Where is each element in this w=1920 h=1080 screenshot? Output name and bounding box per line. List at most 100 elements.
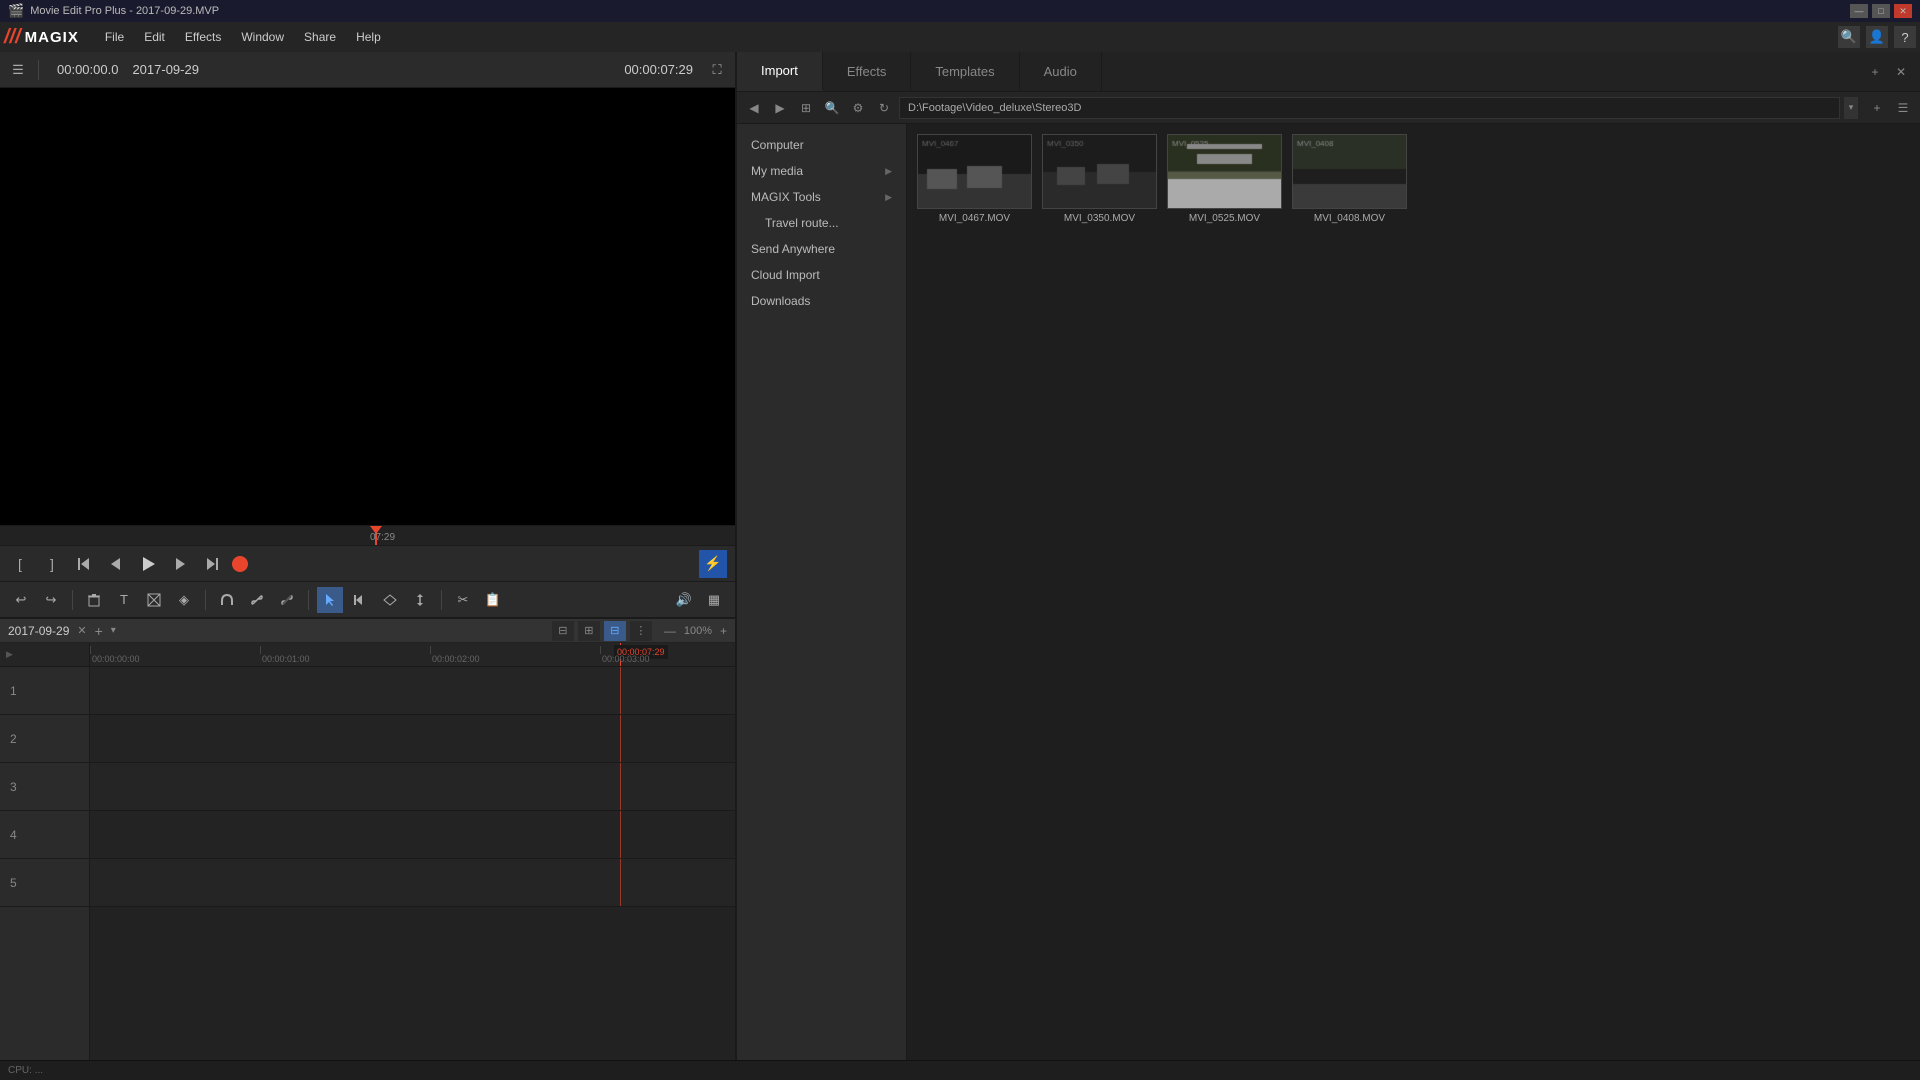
path-dropdown[interactable]: ▾ <box>1844 97 1858 119</box>
media-item-1[interactable]: MVI_0467.MOV <box>917 134 1032 224</box>
tab-effects[interactable]: Effects <box>823 52 912 91</box>
settings-button[interactable]: ⚙ <box>847 97 869 119</box>
nav-item-cloud-import[interactable]: Cloud Import <box>737 262 906 288</box>
track-label-3: 3 <box>0 763 89 811</box>
panel-toolbar: ◀ ▶ ⊞ 🔍 ⚙ ↻ D:\Footage\Video_deluxe\Ster… <box>737 92 1920 124</box>
menu-item-file[interactable]: File <box>95 26 134 48</box>
media-grid: MVI_0467.MOV MVI_0350.MOV MVI_0525.MOV <box>907 124 1920 1080</box>
redo-button[interactable]: ↪ <box>38 587 64 613</box>
maximize-button[interactable]: □ <box>1872 4 1890 18</box>
media-name-2: MVI_0350.MOV <box>1064 213 1135 224</box>
prev-frame-button[interactable] <box>104 552 128 576</box>
timeline-tracks <box>90 667 735 1068</box>
menu-item-effects[interactable]: Effects <box>175 26 231 48</box>
text-button[interactable]: T <box>111 587 137 613</box>
help-icon[interactable]: ? <box>1894 26 1916 48</box>
menu-item-share[interactable]: Share <box>294 26 346 48</box>
nav-back-button[interactable]: ◀ <box>743 97 765 119</box>
tab-templates[interactable]: Templates <box>911 52 1019 91</box>
next-frame-button[interactable] <box>168 552 192 576</box>
media-name-3: MVI_0525.MOV <box>1189 213 1260 224</box>
menu-toggle-icon[interactable]: ☰ <box>8 60 28 80</box>
close-button[interactable]: ✕ <box>1894 4 1912 18</box>
timeline-view-options[interactable]: ⋮ <box>630 621 652 641</box>
track-row-4 <box>90 811 735 859</box>
record-button[interactable] <box>232 556 248 572</box>
placeholder-button[interactable] <box>141 587 167 613</box>
timeline-view-storyboard[interactable]: ⊟ <box>552 621 574 641</box>
nav-item-travel-route[interactable]: Travel route... <box>737 210 906 236</box>
edit-tools-bar: ↩ ↪ T ◈ <box>0 581 735 617</box>
main-layout: ☰ 00:00:00.0 2017-09-29 00:00:07:29 ⛶ 07… <box>0 52 1920 1080</box>
tab-import[interactable]: Import <box>737 52 823 91</box>
title-bar-text: Movie Edit Pro Plus - 2017-09-29.MVP <box>30 5 219 17</box>
nav-forward-button[interactable]: ▶ <box>769 97 791 119</box>
nav-item-my-media[interactable]: My media ▶ <box>737 158 906 184</box>
view-toggle-button[interactable]: ⊞ <box>795 97 817 119</box>
transport-bar: [ ] ⚡ <box>0 545 735 581</box>
grid-button[interactable]: ▦ <box>701 587 727 613</box>
tab-audio[interactable]: Audio <box>1020 52 1102 91</box>
out-point-button[interactable]: ] <box>40 552 64 576</box>
volume-button[interactable]: 🔊 <box>671 587 697 613</box>
tools-separator-3 <box>308 590 309 610</box>
fullscreen-icon[interactable]: ⛶ <box>707 60 727 80</box>
tools-separator-1 <box>72 590 73 610</box>
title-bar-icon: 🎬 <box>8 3 24 19</box>
cut-button[interactable]: ✂ <box>450 587 476 613</box>
timeline-zoom-out[interactable]: — <box>664 624 676 638</box>
next-keyframe-button[interactable] <box>200 552 224 576</box>
panel-add-icon[interactable]: + <box>1864 61 1886 83</box>
media-item-4[interactable]: MVI_0408.MOV <box>1292 134 1407 224</box>
nav-item-send-anywhere[interactable]: Send Anywhere <box>737 236 906 262</box>
split-button[interactable] <box>377 587 403 613</box>
timeline-ruler[interactable]: 00:00:07:29 00:00:00:0000:00:01:0000:00:… <box>90 643 735 667</box>
timeline-view-grid[interactable]: ⊞ <box>578 621 600 641</box>
nav-item-computer[interactable]: Computer <box>737 132 906 158</box>
media-thumb-1 <box>917 134 1032 209</box>
current-timecode: 00:00:00.0 <box>57 62 118 77</box>
nav-item-downloads[interactable]: Downloads <box>737 288 906 314</box>
timeline-view-timeline[interactable]: ⊟ <box>604 621 626 641</box>
snap-icon[interactable]: ◈ <box>171 587 197 613</box>
track-label-header: ▶ <box>0 643 89 667</box>
delete-button[interactable] <box>81 587 107 613</box>
menu-item-window[interactable]: Window <box>231 26 294 48</box>
prev-keyframe-button[interactable] <box>72 552 96 576</box>
timeline-zoom-in[interactable]: + <box>720 624 727 638</box>
minimize-button[interactable]: — <box>1850 4 1868 18</box>
trim-left-button[interactable] <box>347 587 373 613</box>
panel-close-icon[interactable]: ✕ <box>1890 61 1912 83</box>
add-to-panel-button[interactable]: + <box>1866 97 1888 119</box>
unlink-button[interactable] <box>274 587 300 613</box>
cursor-tool-button[interactable] <box>317 587 343 613</box>
lightning-button[interactable]: ⚡ <box>699 550 727 578</box>
play-button[interactable] <box>136 552 160 576</box>
menu-item-help[interactable]: Help <box>346 26 391 48</box>
track-size-button[interactable] <box>407 587 433 613</box>
toolbar-separator <box>38 60 39 80</box>
media-thumb-2 <box>1042 134 1157 209</box>
paste-button[interactable]: 📋 <box>480 587 506 613</box>
undo-button[interactable]: ↩ <box>8 587 34 613</box>
menu-item-edit[interactable]: Edit <box>134 26 175 48</box>
panel-options-button[interactable]: ☰ <box>1892 97 1914 119</box>
nav-item-magix-tools[interactable]: MAGIX Tools ▶ <box>737 184 906 210</box>
in-point-button[interactable]: [ <box>8 552 32 576</box>
end-timecode: 00:00:07:29 <box>624 62 693 77</box>
track-label-4: 4 <box>0 811 89 859</box>
timeline-add-button[interactable]: + <box>95 623 103 639</box>
media-item-3[interactable]: MVI_0525.MOV <box>1167 134 1282 224</box>
search-button[interactable]: 🔍 <box>821 97 843 119</box>
preview-area <box>0 88 735 525</box>
scrubber-bar[interactable]: 07:29 <box>0 525 735 545</box>
search-icon[interactable]: 🔍 <box>1838 26 1860 48</box>
refresh-button[interactable]: ↻ <box>873 97 895 119</box>
profile-icon[interactable]: 👤 <box>1866 26 1888 48</box>
media-item-2[interactable]: MVI_0350.MOV <box>1042 134 1157 224</box>
timeline-area: ▶ 1 2 3 4 5 00:00:07:29 00:00:00:0000:00… <box>0 643 735 1080</box>
magnetic-button[interactable] <box>214 587 240 613</box>
link-button[interactable] <box>244 587 270 613</box>
timeline-close-button[interactable]: ✕ <box>77 624 86 637</box>
timeline-add-arrow[interactable]: ▾ <box>111 625 116 636</box>
